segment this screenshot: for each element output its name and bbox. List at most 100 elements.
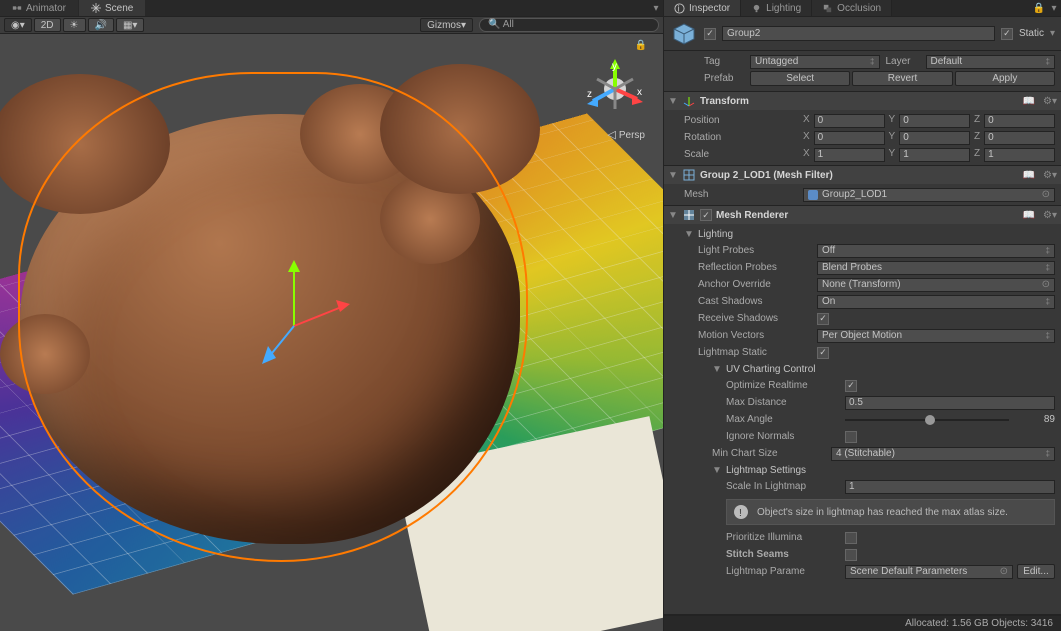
scl-y-field[interactable]: 1: [899, 148, 970, 162]
motion-vectors-label: Motion Vectors: [698, 330, 813, 341]
transform-component: ▼ Transform 📖 ⚙▾ Position X0Y0Z0 Rotatio…: [664, 92, 1061, 166]
pos-x-field[interactable]: 0: [814, 114, 885, 128]
max-angle-slider[interactable]: 89: [845, 414, 1055, 425]
fx-toggle[interactable]: ▦▾: [116, 18, 144, 32]
audio-toggle[interactable]: 🔊: [88, 18, 114, 32]
orientation-gizmo[interactable]: y x z: [585, 59, 645, 119]
max-distance-field[interactable]: 0.5: [845, 396, 1055, 410]
fold-icon[interactable]: ▼: [712, 465, 722, 476]
tab-scene[interactable]: Scene: [79, 0, 146, 16]
static-dropdown[interactable]: ▾: [1050, 28, 1055, 39]
prefab-label: Prefab: [704, 73, 744, 84]
tab-occlusion[interactable]: Occlusion: [812, 0, 892, 16]
tag-label: Tag: [704, 56, 744, 67]
lightmap-params-label: Lightmap Parame: [726, 566, 841, 577]
status-text: Allocated: 1.56 GB Objects: 3416: [905, 618, 1053, 629]
fold-icon[interactable]: ▼: [712, 364, 722, 375]
optimize-realtime-checkbox[interactable]: [845, 380, 857, 392]
lightmap-static-checkbox[interactable]: [817, 347, 829, 359]
receive-shadows-label: Receive Shadows: [698, 313, 813, 324]
prioritize-illum-checkbox[interactable]: [845, 532, 857, 544]
warning-icon: !: [733, 504, 749, 520]
shading-mode[interactable]: ◉▾: [4, 18, 32, 32]
fold-icon[interactable]: ▼: [668, 96, 678, 107]
gameobject-header: Static ▾: [664, 17, 1061, 51]
tag-dropdown[interactable]: Untagged: [750, 55, 880, 69]
rot-z-field[interactable]: 0: [984, 131, 1055, 145]
svg-text:i: i: [678, 3, 680, 13]
lightmap-warning: ! Object's size in lightmap has reached …: [726, 499, 1055, 525]
component-menu-icon[interactable]: ⚙▾: [1043, 170, 1057, 181]
renderer-icon: [682, 208, 696, 222]
component-help-icon[interactable]: 📖: [1023, 96, 1035, 107]
mesh-label: Mesh: [684, 189, 799, 200]
fold-icon[interactable]: ▼: [684, 229, 694, 240]
component-help-icon[interactable]: 📖: [1023, 170, 1035, 181]
lightmap-params-field[interactable]: Scene Default Parameters: [845, 565, 1013, 579]
layer-dropdown[interactable]: Default: [926, 55, 1056, 69]
svg-text:!: !: [739, 508, 742, 519]
pos-y-field[interactable]: 0: [899, 114, 970, 128]
optimize-realtime-label: Optimize Realtime: [726, 380, 841, 391]
lighting-icon: [751, 3, 762, 14]
inspector-lock[interactable]: 🔒: [1031, 0, 1047, 16]
tab-inspector[interactable]: i Inspector: [664, 0, 741, 16]
tab-animator[interactable]: Animator: [0, 0, 79, 16]
scene-viewport[interactable]: 🔒 y x z ◁ Persp: [0, 34, 663, 631]
transform-title: Transform: [700, 96, 1015, 107]
prefab-revert-button[interactable]: Revert: [852, 71, 952, 86]
lighting-section-label: Lighting: [698, 229, 733, 240]
light-probes-dropdown[interactable]: Off: [817, 244, 1055, 258]
component-help-icon[interactable]: 📖: [1023, 210, 1035, 221]
prefab-select-button[interactable]: Select: [750, 71, 850, 86]
stitch-seams-checkbox[interactable]: [845, 549, 857, 561]
cast-shadows-dropdown[interactable]: On: [817, 295, 1055, 309]
reflection-probes-dropdown[interactable]: Blend Probes: [817, 261, 1055, 275]
search-input[interactable]: 🔍 All: [479, 18, 659, 32]
anchor-override-label: Anchor Override: [698, 279, 813, 290]
fold-icon[interactable]: ▼: [668, 210, 678, 221]
tab-lighting[interactable]: Lighting: [741, 0, 812, 16]
projection-label[interactable]: ◁ Persp: [607, 128, 645, 141]
rot-x-field[interactable]: 0: [814, 131, 885, 145]
svg-text:x: x: [637, 87, 642, 98]
scl-z-field[interactable]: 1: [984, 148, 1055, 162]
layer-label: Layer: [886, 56, 920, 67]
scene-toolbar: ◉▾ 2D ☀ 🔊 ▦▾ Gizmos ▾ 🔍 All: [0, 17, 663, 34]
2d-toggle[interactable]: 2D: [34, 18, 61, 32]
svg-text:z: z: [587, 89, 592, 100]
light-probes-label: Light Probes: [698, 245, 813, 256]
right-tabbar: i Inspector Lighting Occlusion 🔒 ▾: [664, 0, 1061, 17]
animator-icon: [12, 3, 22, 13]
gizmos-dropdown[interactable]: Gizmos ▾: [420, 18, 473, 32]
max-distance-label: Max Distance: [726, 397, 841, 408]
rot-y-field[interactable]: 0: [899, 131, 970, 145]
lighting-toggle[interactable]: ☀: [63, 18, 86, 32]
object-name-field[interactable]: [722, 26, 995, 41]
static-checkbox[interactable]: [1001, 28, 1013, 40]
active-checkbox[interactable]: [704, 28, 716, 40]
component-menu-icon[interactable]: ⚙▾: [1043, 210, 1057, 221]
tab-options[interactable]: ▾: [649, 0, 663, 16]
pos-z-field[interactable]: 0: [984, 114, 1055, 128]
renderer-enabled-checkbox[interactable]: [700, 209, 712, 221]
anchor-override-field[interactable]: None (Transform): [817, 278, 1055, 292]
fold-icon[interactable]: ▼: [668, 170, 678, 181]
component-menu-icon[interactable]: ⚙▾: [1043, 96, 1057, 107]
prefab-apply-button[interactable]: Apply: [955, 71, 1055, 86]
move-gizmo[interactable]: [254, 266, 344, 366]
mesh-object-field[interactable]: Group2_LOD1: [803, 188, 1055, 202]
prioritize-illum-label: Prioritize Illumina: [726, 532, 841, 543]
scene-icon: [91, 3, 101, 13]
transform-icon: [682, 94, 696, 108]
svg-text:y: y: [612, 61, 617, 72]
scale-in-lightmap-field[interactable]: 1: [845, 480, 1055, 494]
edit-params-button[interactable]: Edit...: [1017, 564, 1055, 579]
inspector-options[interactable]: ▾: [1047, 0, 1061, 16]
viewport-lock-icon[interactable]: 🔒: [635, 40, 647, 51]
min-chart-size-dropdown[interactable]: 4 (Stitchable): [831, 447, 1055, 461]
scl-x-field[interactable]: 1: [814, 148, 885, 162]
motion-vectors-dropdown[interactable]: Per Object Motion: [817, 329, 1055, 343]
receive-shadows-checkbox[interactable]: [817, 313, 829, 325]
ignore-normals-checkbox[interactable]: [845, 431, 857, 443]
